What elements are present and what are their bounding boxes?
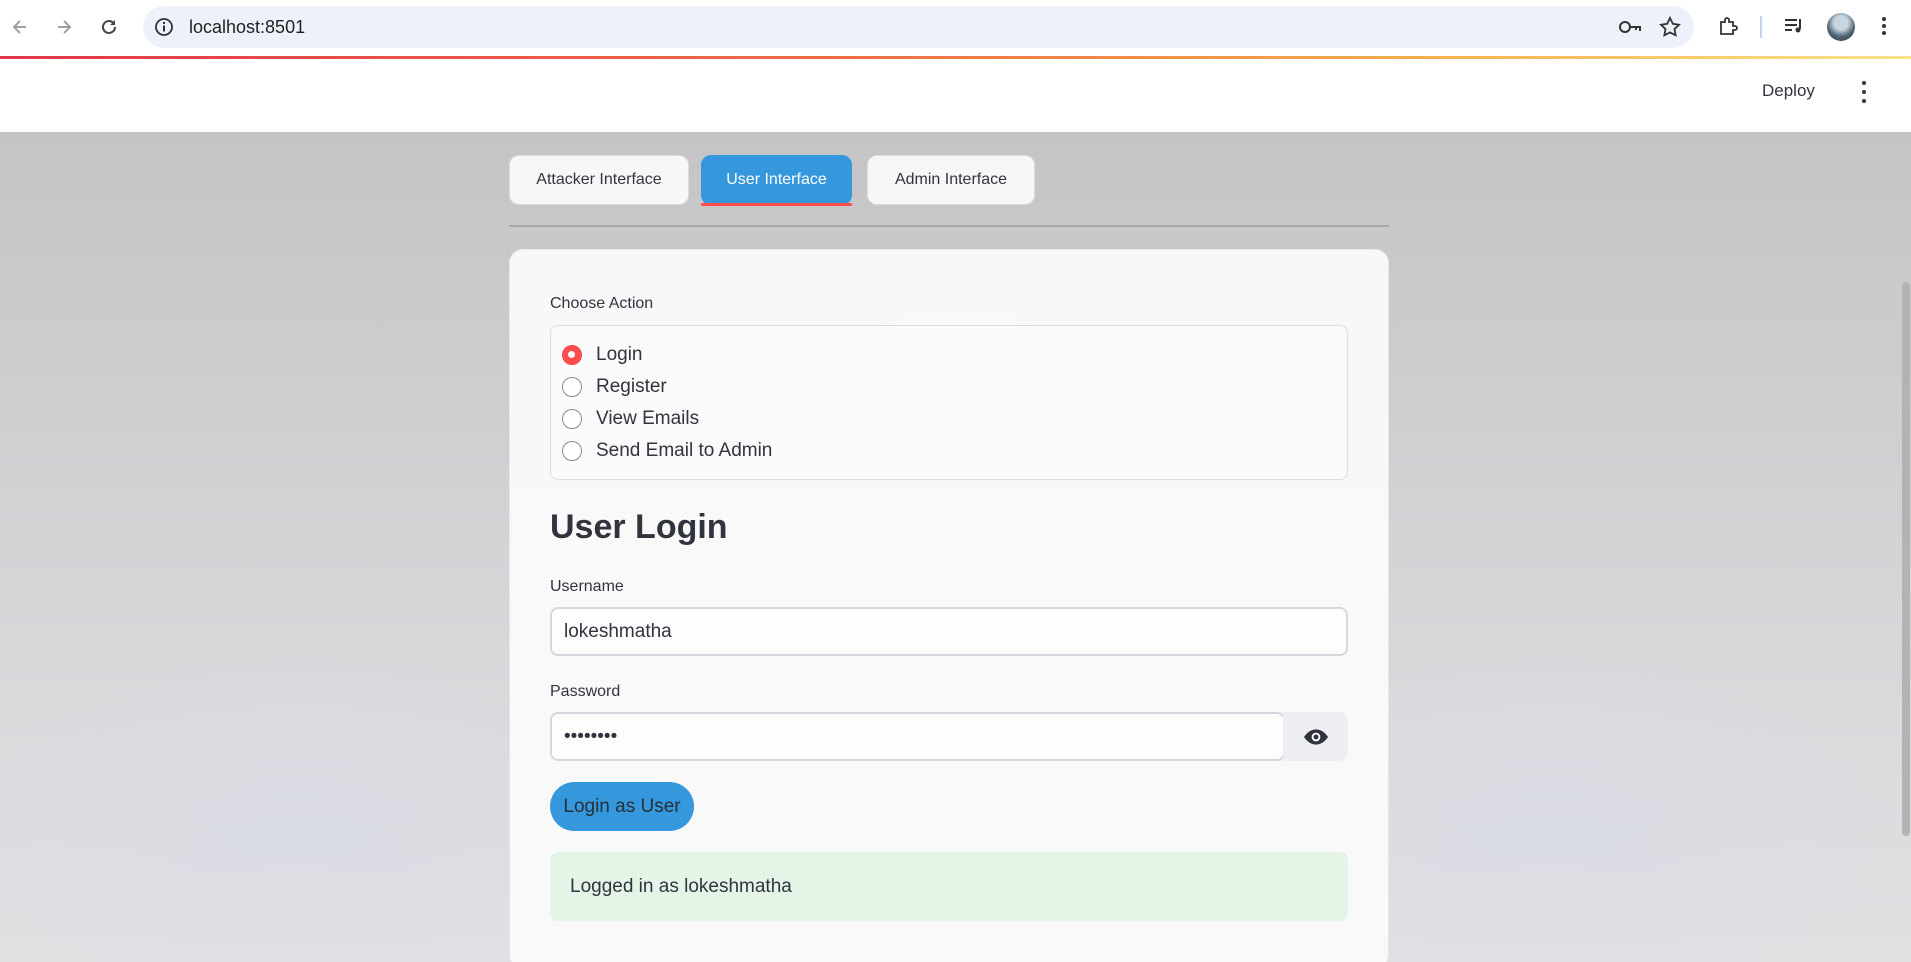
site-info-icon[interactable] — [153, 16, 175, 38]
radio-label: Send Email to Admin — [596, 440, 773, 461]
toolbar-separator — [1760, 16, 1762, 38]
tab-attacker-interface[interactable]: Attacker Interface — [509, 155, 689, 205]
main-menu-icon[interactable] — [1854, 81, 1874, 103]
username-label: Username — [550, 578, 624, 595]
bookmark-star-icon[interactable] — [1658, 15, 1682, 39]
password-label: Password — [550, 683, 621, 700]
reload-icon[interactable] — [94, 12, 124, 42]
success-alert: Logged in as lokeshmatha — [550, 852, 1348, 921]
show-password-eye-icon[interactable] — [1283, 712, 1348, 761]
radio-unchecked-icon[interactable] — [562, 409, 582, 429]
password-key-icon[interactable] — [1618, 17, 1642, 37]
radio-option-view-emails[interactable]: View Emails — [562, 407, 699, 431]
tab-user-interface[interactable]: User Interface — [701, 155, 852, 205]
browser-toolbar: localhost:8501 — [0, 0, 1911, 56]
address-bar[interactable]: localhost:8501 — [143, 6, 1694, 48]
radio-label: View Emails — [596, 408, 700, 429]
extensions-icon[interactable] — [1715, 13, 1741, 39]
radio-unchecked-icon[interactable] — [562, 377, 582, 397]
page-title: User Login — [550, 508, 728, 546]
password-field[interactable]: •••••••• — [550, 712, 1285, 761]
app-header: Deploy — [0, 59, 1911, 132]
profile-avatar[interactable] — [1827, 13, 1855, 41]
url-text[interactable]: localhost:8501 — [189, 17, 305, 38]
radio-option-register[interactable]: Register — [562, 375, 667, 399]
back-arrow-icon[interactable] — [5, 12, 35, 42]
deploy-button[interactable]: Deploy — [1762, 81, 1815, 101]
radio-label: Register — [596, 376, 667, 397]
forward-arrow-icon[interactable] — [49, 12, 79, 42]
radio-option-send-email[interactable]: Send Email to Admin — [562, 439, 772, 463]
tab-divider — [509, 225, 1389, 227]
username-field[interactable]: lokeshmatha — [550, 607, 1348, 656]
chrome-menu-icon[interactable] — [1871, 13, 1897, 39]
choose-action-label: Choose Action — [550, 295, 654, 312]
radio-checked-icon[interactable] — [562, 345, 582, 365]
scrollbar[interactable] — [1902, 282, 1910, 836]
active-tab-indicator — [701, 203, 852, 206]
tab-admin-interface[interactable]: Admin Interface — [867, 155, 1035, 205]
login-as-user-button[interactable]: Login as User — [550, 782, 694, 831]
radio-unchecked-icon[interactable] — [562, 441, 582, 461]
radio-label: Login — [596, 344, 643, 365]
media-queue-icon[interactable] — [1781, 13, 1807, 39]
radio-option-login[interactable]: Login — [562, 343, 643, 367]
